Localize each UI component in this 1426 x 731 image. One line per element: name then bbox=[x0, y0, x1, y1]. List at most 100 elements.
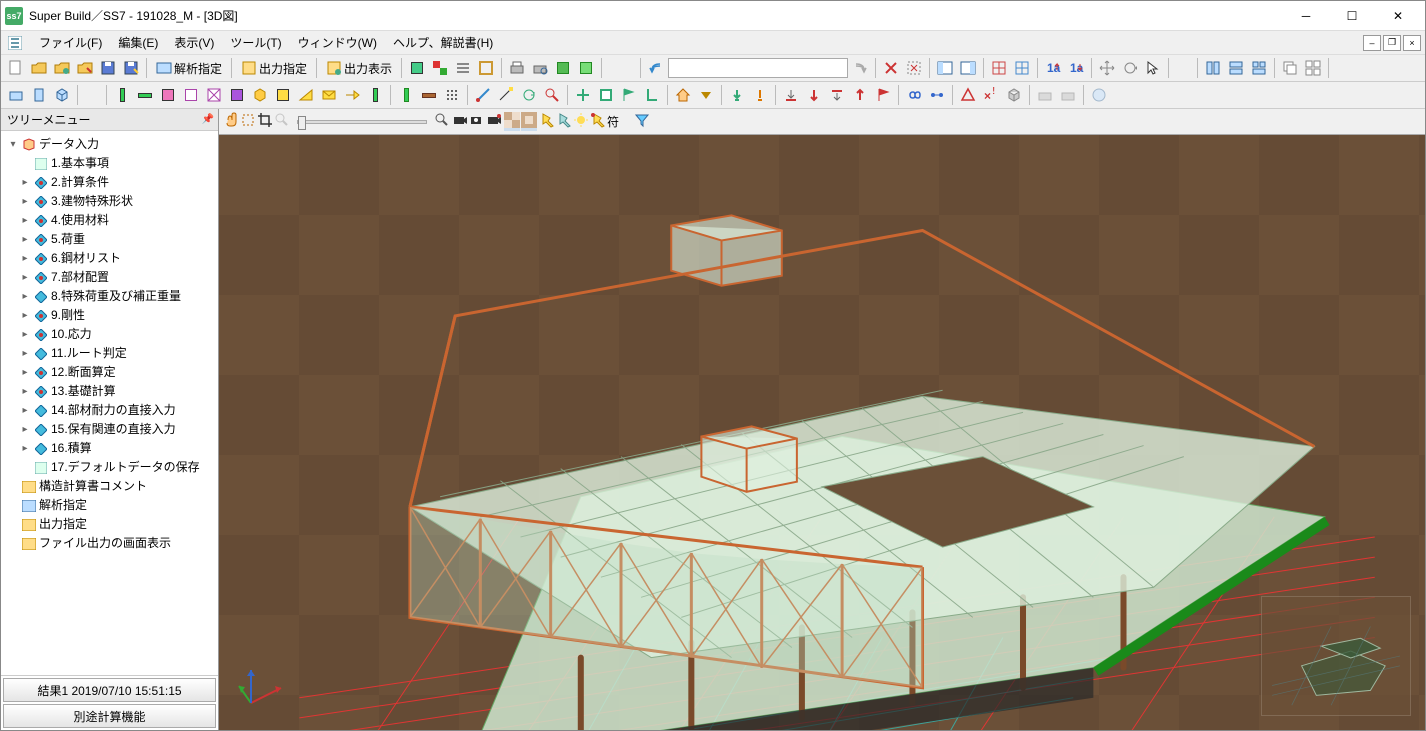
vp-zoom2-icon[interactable] bbox=[434, 112, 450, 131]
tree-item-8[interactable]: ▸8.特殊荷重及び補正重量 bbox=[3, 287, 216, 306]
mdi-minimize[interactable]: – bbox=[1363, 35, 1381, 51]
save-as-icon[interactable] bbox=[120, 57, 142, 79]
tree-item-15[interactable]: ▸15.保有関連の直接入力 bbox=[3, 420, 216, 439]
tool-refresh-icon[interactable] bbox=[518, 84, 540, 106]
warn-x-red-icon[interactable]: ×! bbox=[980, 84, 1002, 106]
extra-calc-button[interactable]: 別途計算機能 bbox=[3, 704, 216, 728]
move-icon[interactable] bbox=[1096, 57, 1118, 79]
marker-red-bar-icon[interactable] bbox=[780, 84, 802, 106]
grid-blue-icon[interactable] bbox=[1011, 57, 1033, 79]
link-node-icon[interactable] bbox=[926, 84, 948, 106]
menu-window[interactable]: ウィンドウ(W) bbox=[290, 31, 385, 54]
layer-multi-icon[interactable] bbox=[429, 57, 451, 79]
text-down-icon[interactable]: 1a bbox=[1065, 57, 1087, 79]
vp-light4-icon[interactable] bbox=[590, 112, 606, 131]
vp-camera3-icon[interactable] bbox=[486, 112, 502, 131]
analysis-spec-button[interactable]: 解析指定 bbox=[151, 57, 227, 79]
output-display-button[interactable]: 出力表示 bbox=[321, 57, 397, 79]
tree-item-17[interactable]: 17.デフォルトデータの保存 bbox=[3, 458, 216, 477]
elem-green-vc-icon[interactable] bbox=[364, 84, 386, 106]
vp-zoom-slider[interactable] bbox=[297, 120, 427, 124]
frame-icon[interactable] bbox=[475, 57, 497, 79]
marker-orange-icon[interactable] bbox=[749, 84, 771, 106]
list-icon[interactable] bbox=[452, 57, 474, 79]
panel-left-icon[interactable] bbox=[934, 57, 956, 79]
elem-column-icon[interactable] bbox=[111, 84, 133, 106]
link-infinity-icon[interactable] bbox=[903, 84, 925, 106]
vp-select-icon[interactable] bbox=[240, 112, 256, 131]
tree-extra-3[interactable]: 出力指定 bbox=[3, 515, 216, 534]
tree-root[interactable]: ▾ データ入力 bbox=[3, 135, 216, 154]
pin-icon[interactable]: 📌 bbox=[202, 114, 214, 125]
sym-box-green-icon[interactable] bbox=[595, 84, 617, 106]
mdi-close[interactable]: × bbox=[1403, 35, 1421, 51]
nav-cube[interactable] bbox=[1261, 596, 1411, 716]
tile-icon[interactable] bbox=[1302, 57, 1324, 79]
output-spec-button[interactable]: 出力指定 bbox=[236, 57, 312, 79]
marker-red-bar2-icon[interactable] bbox=[826, 84, 848, 106]
delete-icon[interactable] bbox=[880, 57, 902, 79]
marker-green-down-icon[interactable] bbox=[726, 84, 748, 106]
tree-item-3[interactable]: ▸3.建物特殊形状 bbox=[3, 192, 216, 211]
print-gray-icon[interactable] bbox=[1034, 84, 1056, 106]
help-icon[interactable] bbox=[1088, 84, 1110, 106]
cursor-icon[interactable] bbox=[1142, 57, 1164, 79]
sym-flag-green-icon[interactable] bbox=[618, 84, 640, 106]
result-button[interactable]: 結果1 2019/07/10 15:51:15 bbox=[3, 678, 216, 702]
tree-item-2[interactable]: ▸2.計算条件 bbox=[3, 173, 216, 192]
marker-flag-red-icon[interactable] bbox=[872, 84, 894, 106]
marker-red-down-icon[interactable] bbox=[803, 84, 825, 106]
vp-symbol-button[interactable]: 符 bbox=[607, 113, 633, 130]
vp-light3-icon[interactable] bbox=[573, 112, 589, 131]
vp-light2-icon[interactable] bbox=[556, 112, 572, 131]
warn-triangle-icon[interactable] bbox=[957, 84, 979, 106]
tree-item-14[interactable]: ▸14.部材耐力の直接入力 bbox=[3, 401, 216, 420]
new-icon[interactable] bbox=[5, 57, 27, 79]
print-preview-icon[interactable] bbox=[529, 57, 551, 79]
vp-crop-icon[interactable] bbox=[257, 112, 273, 131]
sym-l-green-icon[interactable] bbox=[641, 84, 663, 106]
menu-help[interactable]: ヘルプ、解説書(H) bbox=[385, 31, 501, 54]
vp-checker2-icon[interactable] bbox=[521, 112, 537, 131]
print-icon[interactable] bbox=[506, 57, 528, 79]
elem-arrow-icon[interactable] bbox=[341, 84, 363, 106]
menu-tool[interactable]: ツール(T) bbox=[222, 31, 289, 54]
axis-gizmo[interactable] bbox=[231, 658, 291, 718]
sym-cross-green-icon[interactable] bbox=[572, 84, 594, 106]
view-3d-icon[interactable] bbox=[51, 84, 73, 106]
tree-item-5[interactable]: ▸5.荷重 bbox=[3, 230, 216, 249]
menu-file[interactable]: ファイル(F) bbox=[31, 31, 110, 54]
tool-line-icon[interactable] bbox=[495, 84, 517, 106]
elem-x-icon[interactable] bbox=[203, 84, 225, 106]
elem-tri-yellow-icon[interactable] bbox=[295, 84, 317, 106]
tree-item-7[interactable]: ▸7.部材配置 bbox=[3, 268, 216, 287]
grid-red-icon[interactable] bbox=[988, 57, 1010, 79]
tree-item-11[interactable]: ▸11.ルート判定 bbox=[3, 344, 216, 363]
maximize-button[interactable]: ☐ bbox=[1329, 1, 1375, 31]
tree-extra-2[interactable]: 解析指定 bbox=[3, 496, 216, 515]
open2-icon[interactable] bbox=[51, 57, 73, 79]
elem-yellow-icon[interactable] bbox=[272, 84, 294, 106]
down-triangle-icon[interactable] bbox=[695, 84, 717, 106]
tree-extra-1[interactable]: 構造計算書コメント bbox=[3, 477, 216, 496]
history-combo[interactable] bbox=[668, 58, 848, 78]
tree-item-13[interactable]: ▸13.基礎計算 bbox=[3, 382, 216, 401]
elem-grid-dots-icon[interactable] bbox=[441, 84, 463, 106]
menu-edit[interactable]: 編集(E) bbox=[110, 31, 166, 54]
vp-zoom-icon[interactable] bbox=[274, 112, 290, 131]
open3-icon[interactable] bbox=[74, 57, 96, 79]
view-plan-icon[interactable] bbox=[5, 84, 27, 106]
tool-measure-icon[interactable] bbox=[472, 84, 494, 106]
redo-icon[interactable] bbox=[849, 57, 871, 79]
vp-light1-icon[interactable] bbox=[539, 112, 555, 131]
tree-item-10[interactable]: ▸10.応力 bbox=[3, 325, 216, 344]
tool-zoom-icon[interactable] bbox=[541, 84, 563, 106]
cube-gray-icon[interactable] bbox=[1003, 84, 1025, 106]
save-icon[interactable] bbox=[97, 57, 119, 79]
view-1-icon[interactable] bbox=[1202, 57, 1224, 79]
menu-app-icon[interactable] bbox=[5, 33, 25, 53]
panel-right-icon[interactable] bbox=[957, 57, 979, 79]
cascade-icon[interactable] bbox=[1279, 57, 1301, 79]
menu-view[interactable]: 表示(V) bbox=[166, 31, 222, 54]
elem-3d-yellow-icon[interactable] bbox=[249, 84, 271, 106]
